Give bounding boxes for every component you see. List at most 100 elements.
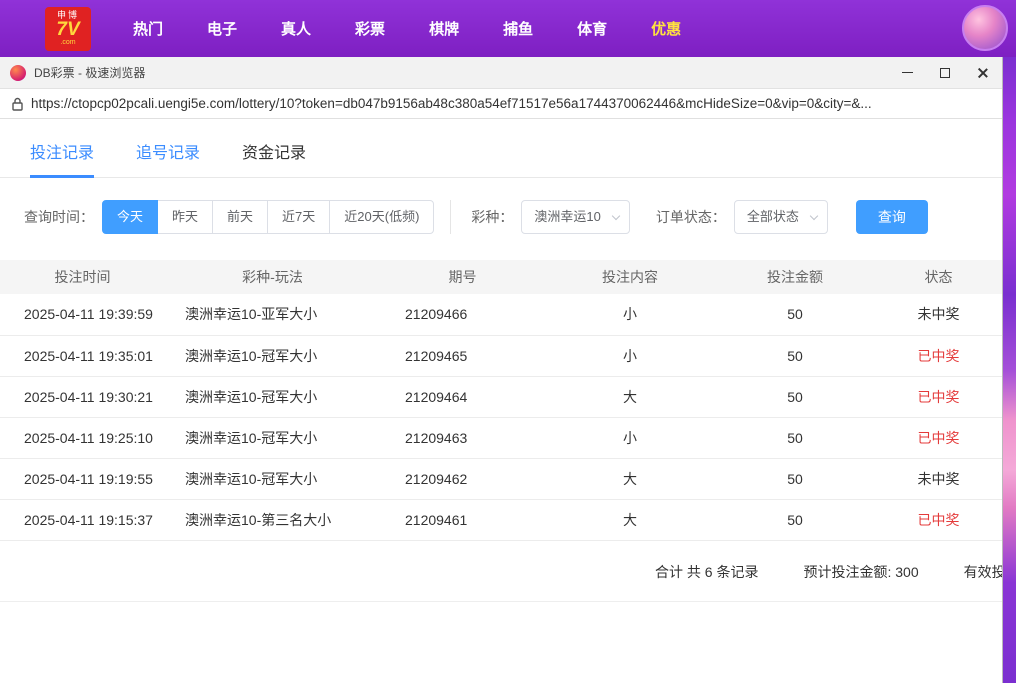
cell-game: 澳洲幸运10-冠军大小 (165, 458, 380, 499)
order-status-value: 全部状态 (747, 209, 799, 224)
status-badge: 已中奖 (875, 417, 1002, 458)
cell-amount: 50 (715, 294, 875, 335)
col-header-game: 彩种-玩法 (165, 260, 380, 294)
minimize-icon (902, 72, 913, 73)
summary-valid-amount: 有效投注金 (964, 562, 1002, 582)
chevron-down-icon (612, 212, 620, 220)
site-favicon-icon (10, 65, 26, 81)
table-row: 2025-04-11 19:30:21 澳洲幸运10-冠军大小 21209464… (0, 376, 1002, 417)
search-button[interactable]: 查询 (856, 200, 928, 234)
cell-game: 澳洲幸运10-冠军大小 (165, 376, 380, 417)
cell-game: 澳洲幸运10-冠军大小 (165, 335, 380, 376)
cell-content: 小 (545, 335, 715, 376)
window-controls (888, 57, 1002, 88)
cell-amount: 50 (715, 417, 875, 458)
user-avatar[interactable] (962, 5, 1008, 51)
col-header-bet-time: 投注时间 (0, 260, 165, 294)
window-title: DB彩票 - 极速浏览器 (34, 64, 888, 81)
record-tabs: 投注记录 追号记录 资金记录 (0, 119, 1002, 178)
status-badge: 未中奖 (875, 294, 1002, 335)
logo-text-suffix: .com (60, 39, 75, 46)
bet-records-table: 投注时间 彩种-玩法 期号 投注内容 投注金额 状态 2025-04-11 19… (0, 260, 1002, 541)
cell-issue: 21209464 (380, 376, 545, 417)
time-filter-20days[interactable]: 近20天(低频) (329, 200, 434, 234)
window-titlebar[interactable]: DB彩票 - 极速浏览器 (0, 57, 1002, 89)
lottery-select-value: 澳洲幸运10 (534, 209, 600, 224)
status-badge: 已中奖 (875, 376, 1002, 417)
status-badge: 已中奖 (875, 335, 1002, 376)
status-badge: 未中奖 (875, 458, 1002, 499)
time-filter-label: 查询时间： (24, 207, 94, 227)
cell-game: 澳洲幸运10-冠军大小 (165, 417, 380, 458)
cell-amount: 50 (715, 499, 875, 540)
cell-content: 大 (545, 458, 715, 499)
maximize-button[interactable] (926, 57, 964, 88)
address-bar[interactable]: https://ctopcp02pcali.uengi5e.com/lotter… (0, 89, 1002, 119)
chevron-down-icon (810, 212, 818, 220)
cell-issue: 21209462 (380, 458, 545, 499)
filter-bar: 查询时间： 今天 昨天 前天 近7天 近20天(低频) 彩种： 澳洲幸运10 订… (24, 200, 1002, 234)
nav-item-promo[interactable]: 优惠 (629, 8, 703, 49)
close-icon (977, 67, 989, 79)
table-header-row: 投注时间 彩种-玩法 期号 投注内容 投注金额 状态 (0, 260, 1002, 294)
background-page-strip (1000, 57, 1016, 683)
nav-item-slots[interactable]: 电子 (185, 8, 259, 49)
cell-issue: 21209463 (380, 417, 545, 458)
table-row: 2025-04-11 19:25:10 澳洲幸运10-冠军大小 21209463… (0, 417, 1002, 458)
table-summary: 合计 共 6 条记录 预计投注金额: 300 有效投注金 (0, 541, 1002, 602)
browser-window: DB彩票 - 极速浏览器 https://ctopcp02pcali.uengi… (0, 57, 1002, 683)
tab-chase-records[interactable]: 追号记录 (136, 139, 200, 177)
close-button[interactable] (964, 57, 1002, 88)
col-header-status: 状态 (875, 260, 1002, 294)
site-logo[interactable]: 申博 7V .com (45, 7, 91, 51)
time-filter-yesterday[interactable]: 昨天 (157, 200, 213, 234)
top-nav-items: 热门 电子 真人 彩票 棋牌 捕鱼 体育 优惠 (111, 8, 703, 49)
url-text[interactable]: https://ctopcp02pcali.uengi5e.com/lotter… (31, 96, 872, 111)
cell-content: 大 (545, 376, 715, 417)
order-status-select[interactable]: 全部状态 (734, 200, 828, 234)
cell-issue: 21209466 (380, 294, 545, 335)
cell-issue: 21209461 (380, 499, 545, 540)
time-filter-day-before[interactable]: 前天 (212, 200, 268, 234)
table-row: 2025-04-11 19:35:01 澳洲幸运10-冠军大小 21209465… (0, 335, 1002, 376)
status-badge: 已中奖 (875, 499, 1002, 540)
cell-bet-time: 2025-04-11 19:35:01 (0, 335, 165, 376)
cell-game: 澳洲幸运10-亚军大小 (165, 294, 380, 335)
cell-issue: 21209465 (380, 335, 545, 376)
col-header-bet-amount: 投注金额 (715, 260, 875, 294)
cell-content: 小 (545, 417, 715, 458)
cell-content: 大 (545, 499, 715, 540)
nav-item-cards[interactable]: 棋牌 (407, 8, 481, 49)
summary-expected-amount: 预计投注金额: 300 (803, 562, 918, 582)
time-filter-today[interactable]: 今天 (102, 200, 158, 234)
table-row: 2025-04-11 19:39:59 澳洲幸运10-亚军大小 21209466… (0, 294, 1002, 335)
nav-item-sports[interactable]: 体育 (555, 8, 629, 49)
minimize-button[interactable] (888, 57, 926, 88)
nav-item-hot[interactable]: 热门 (111, 8, 185, 49)
site-top-nav: 申博 7V .com 热门 电子 真人 彩票 棋牌 捕鱼 体育 优惠 (0, 0, 1016, 57)
nav-item-live[interactable]: 真人 (259, 8, 333, 49)
tab-bet-records[interactable]: 投注记录 (30, 139, 94, 177)
summary-total-count: 合计 共 6 条记录 (655, 562, 758, 582)
status-filter-label: 订单状态： (656, 207, 726, 227)
time-filter-7days[interactable]: 近7天 (267, 200, 330, 234)
logo-text-main: 7V (56, 20, 79, 39)
col-header-issue: 期号 (380, 260, 545, 294)
filter-divider (450, 200, 451, 234)
cell-content: 小 (545, 294, 715, 335)
cell-amount: 50 (715, 335, 875, 376)
nav-item-lottery[interactable]: 彩票 (333, 8, 407, 49)
nav-item-fishing[interactable]: 捕鱼 (481, 8, 555, 49)
table-row: 2025-04-11 19:19:55 澳洲幸运10-冠军大小 21209462… (0, 458, 1002, 499)
cell-bet-time: 2025-04-11 19:39:59 (0, 294, 165, 335)
cell-bet-time: 2025-04-11 19:15:37 (0, 499, 165, 540)
time-filter-group: 今天 昨天 前天 近7天 近20天(低频) (102, 200, 434, 234)
tab-fund-records[interactable]: 资金记录 (242, 139, 306, 177)
cell-bet-time: 2025-04-11 19:25:10 (0, 417, 165, 458)
table-row: 2025-04-11 19:15:37 澳洲幸运10-第三名大小 2120946… (0, 499, 1002, 540)
lottery-select[interactable]: 澳洲幸运10 (521, 200, 629, 234)
cell-bet-time: 2025-04-11 19:30:21 (0, 376, 165, 417)
cell-amount: 50 (715, 376, 875, 417)
col-header-bet-content: 投注内容 (545, 260, 715, 294)
lottery-filter-label: 彩种： (471, 207, 513, 227)
